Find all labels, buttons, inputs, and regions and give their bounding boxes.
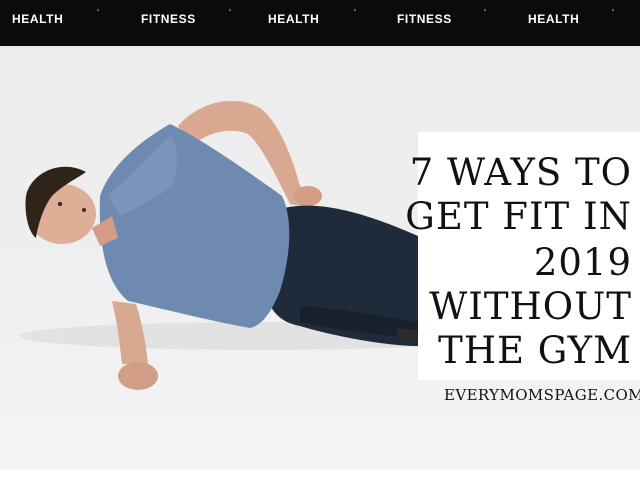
eye [57, 201, 63, 207]
site-url[interactable]: EVERYMOMSPAGE.COM [444, 386, 640, 404]
separator: ' [97, 8, 99, 19]
title-line: GET FIT IN [405, 195, 632, 238]
tag-fitness[interactable]: FITNESS [141, 12, 196, 26]
separator: ' [612, 8, 614, 19]
title-card: 7 WAYS TO GET FIT IN 2019 WITHOUT THE GY… [405, 132, 640, 380]
title-line: THE GYM [438, 329, 632, 372]
title-line: 2019 [533, 241, 632, 284]
category-bar: HEALTH ' FITNESS ' HEALTH ' FITNESS ' HE… [0, 0, 640, 46]
shirt [99, 124, 290, 328]
tag-health[interactable]: HEALTH [12, 12, 63, 26]
tag-fitness[interactable]: FITNESS [397, 12, 452, 26]
eye [82, 208, 86, 212]
separator: ' [229, 8, 231, 19]
title-line: WITHOUT [429, 285, 632, 328]
separator: ' [354, 8, 356, 19]
tag-health[interactable]: HEALTH [528, 12, 579, 26]
title-line: 7 WAYS TO [409, 151, 632, 194]
fist [118, 362, 158, 390]
bottom-strip [0, 470, 640, 480]
tag-health[interactable]: HEALTH [268, 12, 319, 26]
separator: ' [484, 8, 486, 19]
hand-on-hip [294, 186, 322, 206]
